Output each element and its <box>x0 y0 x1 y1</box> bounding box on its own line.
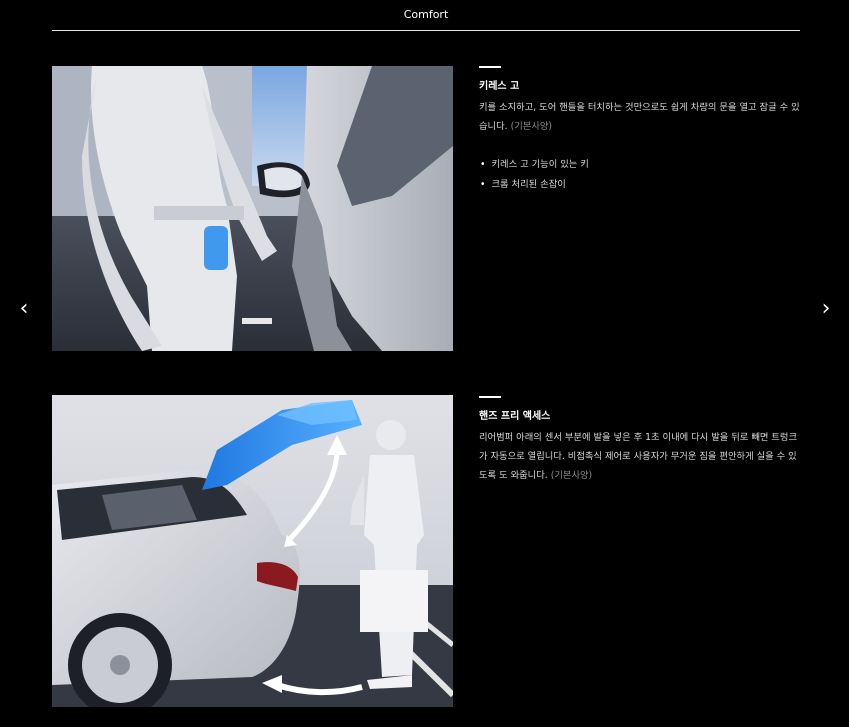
standard-option-note: (기본사양) <box>550 470 593 481</box>
feature-bullet-list: 키레스 고 기능이 있는 키 크롬 처리된 손잡이 <box>479 155 801 195</box>
feature-description: 리어범퍼 아래의 센서 부분에 발을 넣은 후 1초 이내에 다시 발을 뒤로 … <box>479 428 801 485</box>
feature-title: 키레스 고 <box>479 81 520 92</box>
feature-description: 키를 소지하고, 도어 핸들을 터치하는 것만으로도 쉽게 차량의 문을 열고 … <box>479 98 801 136</box>
feature-title: 핸즈 프리 액세스 <box>479 411 551 422</box>
next-arrow-icon[interactable]: › <box>816 298 836 322</box>
description-text: 리어범퍼 아래의 센서 부분에 발을 넣은 후 1초 이내에 다시 발을 뒤로 … <box>479 432 798 481</box>
bullet-item: 키레스 고 기능이 있는 키 <box>479 155 801 175</box>
keyless-go-image <box>52 66 453 351</box>
feature-hands-free-access: 핸즈 프리 액세스 리어범퍼 아래의 센서 부분에 발을 넣은 후 1초 이내에… <box>479 396 801 485</box>
bullet-item: 크롬 처리된 손잡이 <box>479 175 801 195</box>
accent-divider <box>479 396 501 398</box>
accent-divider <box>479 66 501 68</box>
page-header: Comfort <box>52 0 800 31</box>
previous-arrow-icon[interactable]: ‹ <box>14 298 34 322</box>
page-title: Comfort <box>403 8 449 21</box>
hands-free-access-image <box>52 395 453 707</box>
feature-keyless-go: 키레스 고 키를 소지하고, 도어 핸들을 터치하는 것만으로도 쉽게 차량의 … <box>479 66 801 195</box>
standard-option-note: (기본사양) <box>510 121 553 132</box>
